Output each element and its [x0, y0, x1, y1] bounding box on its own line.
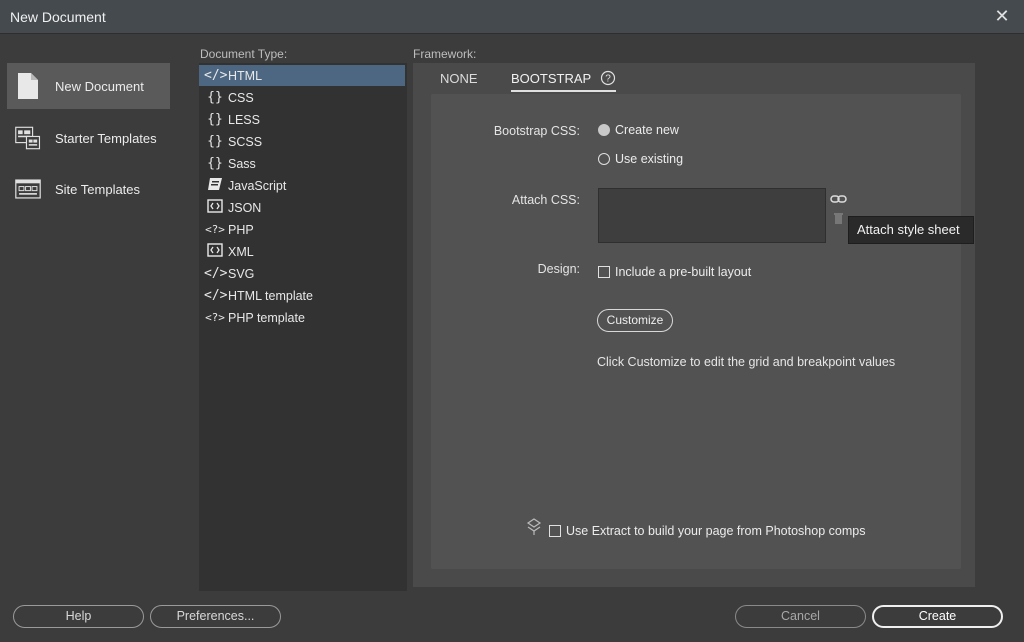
- doc-type-label: XML: [228, 244, 254, 259]
- braces-icon: {}: [207, 112, 223, 127]
- window-title: New Document: [10, 9, 106, 25]
- braces-icon: {}: [207, 156, 223, 171]
- bootstrap-settings-panel: [431, 94, 961, 569]
- radio-unselected-icon: [598, 153, 610, 165]
- document-icon: [15, 71, 41, 101]
- doc-type-sass[interactable]: {} Sass: [199, 153, 405, 174]
- braces-icon: {}: [207, 134, 223, 149]
- doc-type-label: JSON: [228, 200, 262, 215]
- doc-type-label: PHP template: [228, 310, 305, 325]
- document-type-header: Document Type:: [200, 47, 288, 61]
- doc-type-xml[interactable]: XML: [199, 241, 405, 262]
- trash-icon[interactable]: [833, 212, 844, 228]
- category-new-document[interactable]: New Document: [7, 63, 170, 109]
- doc-type-less[interactable]: {} LESS: [199, 109, 405, 130]
- site-templates-icon: [15, 174, 41, 204]
- doc-type-json[interactable]: JSON: [199, 197, 405, 218]
- code-tag-icon: </>: [204, 288, 228, 303]
- title-divider: [0, 33, 1024, 34]
- code-tag-icon: </>: [204, 266, 228, 281]
- attach-css-label: Attach CSS:: [511, 193, 580, 207]
- cancel-button[interactable]: Cancel: [735, 605, 866, 628]
- json-icon: [204, 198, 226, 217]
- customize-button[interactable]: Customize: [597, 309, 673, 332]
- checkbox-icon: [549, 525, 561, 537]
- category-label: New Document: [55, 78, 144, 94]
- doc-type-javascript[interactable]: JavaScript: [199, 175, 405, 196]
- help-button[interactable]: Help: [13, 605, 144, 628]
- checkbox-label: Use Extract to build your page from Phot…: [566, 524, 866, 538]
- checkbox-icon: [598, 266, 610, 278]
- document-type-list: </> HTML {} CSS {} LESS {} SCSS {} Sass …: [199, 63, 407, 591]
- doc-type-label: HTML: [228, 68, 263, 83]
- help-icon[interactable]: ?: [600, 70, 616, 89]
- js-scroll-icon: [204, 177, 226, 195]
- doc-type-label: CSS: [228, 90, 254, 105]
- doc-type-css[interactable]: {} CSS: [199, 87, 405, 108]
- xml-icon: [204, 242, 226, 261]
- doc-type-html[interactable]: </> HTML: [199, 65, 405, 86]
- radio-label: Create new: [615, 123, 679, 137]
- radio-selected-icon: [598, 124, 610, 136]
- active-tab-underline: [511, 90, 616, 92]
- radio-label: Use existing: [615, 152, 684, 166]
- doc-type-label: LESS: [228, 112, 260, 127]
- svg-text:?: ?: [605, 74, 611, 85]
- preferences-button[interactable]: Preferences...: [150, 605, 281, 628]
- radio-create-new[interactable]: Create new: [598, 123, 679, 137]
- checkbox-label: Include a pre-built layout: [615, 265, 752, 279]
- tab-none[interactable]: NONE: [440, 71, 478, 86]
- doc-type-php[interactable]: <?> PHP: [199, 219, 405, 240]
- doc-type-label: JavaScript: [228, 178, 287, 193]
- use-extract-checkbox[interactable]: Use Extract to build your page from Phot…: [549, 524, 865, 538]
- doc-type-html-template[interactable]: </> HTML template: [199, 285, 405, 306]
- title-bar: [0, 0, 1024, 33]
- starter-templates-icon: [15, 123, 41, 153]
- tab-bootstrap[interactable]: BOOTSTRAP: [511, 71, 591, 86]
- php-tag-icon: <?>: [205, 311, 225, 324]
- doc-type-label: SVG: [228, 266, 255, 281]
- php-tag-icon: <?>: [205, 223, 225, 236]
- doc-type-label: SCSS: [228, 134, 263, 149]
- category-starter-templates[interactable]: Starter Templates: [7, 115, 170, 161]
- doc-type-label: PHP: [228, 222, 254, 237]
- radio-use-existing[interactable]: Use existing: [598, 152, 683, 166]
- attach-css-list[interactable]: [598, 188, 826, 243]
- code-tag-icon: </>: [204, 68, 228, 83]
- attach-style-sheet-tooltip: Attach style sheet: [848, 216, 974, 244]
- category-site-templates[interactable]: Site Templates: [7, 166, 170, 212]
- category-label: Starter Templates: [55, 130, 157, 146]
- doc-type-label: HTML template: [228, 288, 313, 303]
- doc-type-scss[interactable]: {} SCSS: [199, 131, 405, 152]
- category-label: Site Templates: [55, 181, 141, 197]
- design-label: Design:: [537, 262, 580, 276]
- include-layout-checkbox[interactable]: Include a pre-built layout: [598, 265, 751, 279]
- framework-header: Framework:: [413, 47, 477, 61]
- braces-icon: {}: [207, 90, 223, 105]
- extract-layers-icon: [526, 518, 542, 539]
- customize-hint: Click Customize to edit the grid and bre…: [597, 355, 896, 369]
- link-icon[interactable]: [830, 193, 847, 208]
- create-button[interactable]: Create: [872, 605, 1003, 628]
- doc-type-php-template[interactable]: <?> PHP template: [199, 307, 405, 328]
- close-icon[interactable]: ✕: [992, 4, 1012, 28]
- bootstrap-css-label: Bootstrap CSS:: [493, 124, 580, 138]
- doc-type-label: Sass: [228, 156, 256, 171]
- doc-type-svg[interactable]: </> SVG: [199, 263, 405, 284]
